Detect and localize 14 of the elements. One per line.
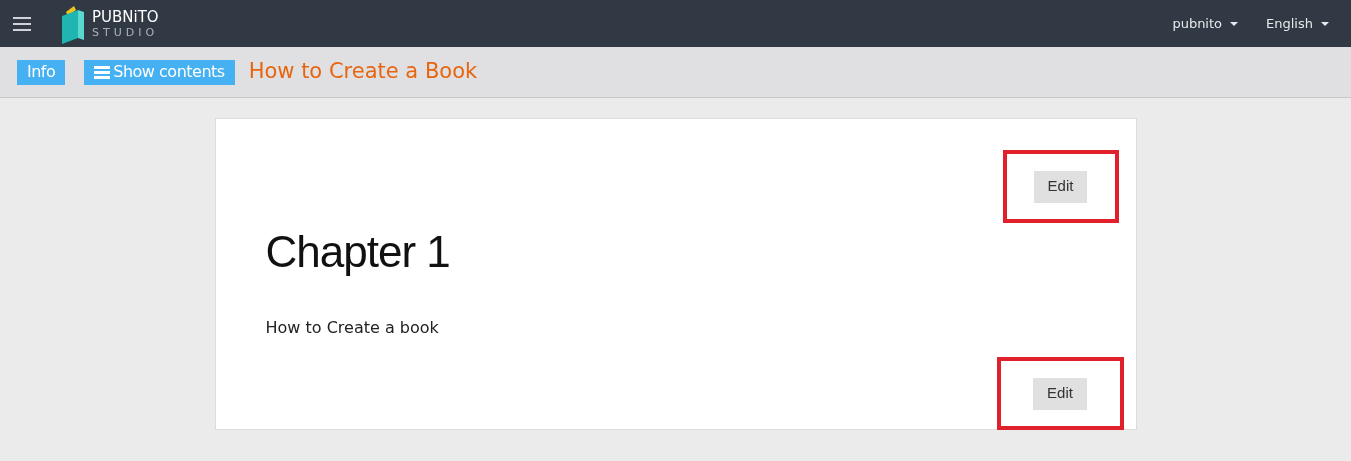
chapter-heading: Chapter 1	[265, 226, 450, 278]
dropdown-menu[interactable]: English	[1266, 13, 1329, 34]
book-icon	[60, 3, 86, 44]
logo-subtitle: STUDIO	[92, 26, 159, 38]
caret-icon	[1321, 21, 1329, 26]
chapter-text: How to Create a book	[265, 317, 439, 339]
list-icon	[94, 65, 111, 79]
menu-icon[interactable]	[13, 16, 31, 31]
dropdown-menu[interactable]: pubnito	[1172, 13, 1239, 34]
logo-name: PUBNiTO	[92, 9, 159, 25]
book-title: How to Create a Book	[248, 58, 478, 86]
edit-button[interactable]: Edit	[1033, 170, 1088, 203]
caret-icon	[1230, 21, 1239, 26]
edit-button[interactable]: Edit	[1033, 377, 1087, 410]
